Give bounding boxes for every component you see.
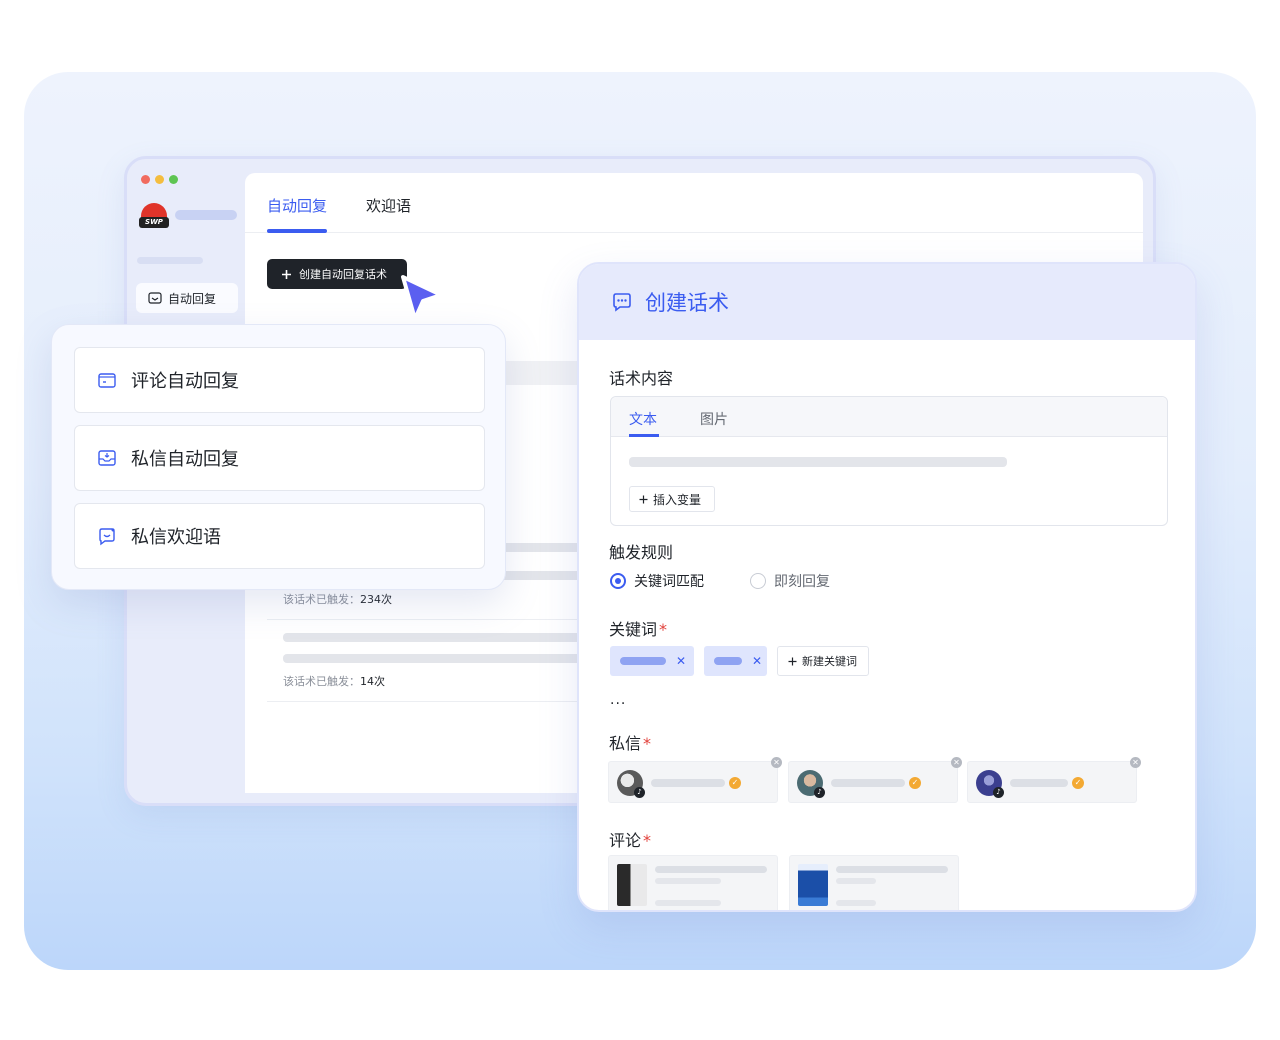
dm-section-label: 私信 *	[609, 734, 652, 753]
list-item-placeholder	[283, 633, 623, 642]
close-icon[interactable]: ✕	[951, 757, 962, 768]
panel-title: 创建话术	[645, 291, 729, 315]
keyword-section-label: 关键词 *	[609, 620, 668, 639]
list-item-placeholder	[283, 654, 623, 663]
plus-icon	[639, 495, 648, 503]
close-icon[interactable]: ✕	[771, 757, 782, 768]
inbox-icon	[98, 450, 116, 466]
text-input-placeholder[interactable]	[629, 457, 1007, 467]
new-keyword-button[interactable]: 新建关键词	[777, 646, 869, 676]
radio-label: 即刻回复	[774, 574, 830, 590]
chat-bubble-icon	[613, 293, 631, 312]
video-thumbnail	[798, 864, 828, 906]
brand-logo: SWP	[139, 203, 169, 229]
reply-icon	[148, 292, 162, 304]
close-icon[interactable]: ✕	[752, 654, 762, 668]
active-tab-indicator	[629, 434, 659, 437]
trigger-section-label: 触发规则	[609, 543, 674, 562]
create-auto-reply-button[interactable]: 创建自动回复话术	[267, 259, 407, 289]
account-card[interactable]: ♪ ✓ ✕	[967, 757, 1141, 803]
keyword-chip[interactable]: ✕	[704, 646, 767, 676]
tab-text[interactable]: 文本	[629, 409, 657, 429]
account-card[interactable]: ♪ ✓ ✕	[788, 757, 962, 803]
account-name-placeholder	[175, 210, 237, 220]
divider	[267, 701, 607, 702]
radio-label: 关键词匹配	[634, 574, 704, 590]
keyword-chip[interactable]: ✕	[610, 646, 694, 676]
content-tab-bar: 文本 图片	[611, 397, 1167, 437]
window-controls	[141, 175, 178, 184]
sidebar-placeholder	[137, 257, 203, 264]
comment-icon	[98, 373, 116, 388]
welcome-icon	[99, 528, 115, 546]
tab-welcome[interactable]: 欢迎语	[366, 195, 411, 216]
more-indicator: ...	[610, 692, 627, 708]
list-item: 该话术已触发：14次	[283, 675, 385, 688]
insert-variable-button[interactable]: 插入变量	[629, 486, 715, 512]
divider	[267, 619, 607, 620]
verified-icon: ✓	[729, 777, 741, 789]
close-icon[interactable]: ✕	[676, 654, 686, 668]
verified-icon: ✓	[1072, 777, 1084, 789]
option-dm-welcome[interactable]: 私信欢迎语	[74, 503, 485, 569]
option-dm-auto-reply[interactable]: 私信自动回复	[74, 425, 485, 491]
panel-header: 创建话术	[579, 264, 1195, 340]
video-thumbnail	[617, 864, 647, 906]
comment-video-card[interactable]	[608, 855, 778, 910]
verified-icon: ✓	[909, 777, 921, 789]
plus-icon	[788, 657, 797, 665]
create-script-panel: 创建话术 话术内容 文本 图片 插入变量 触发规则 关键词匹配 即刻回复 关键词…	[577, 262, 1197, 912]
account-card[interactable]: ♪ ✓ ✕	[608, 757, 782, 803]
douyin-icon: ♪	[993, 787, 1004, 798]
list-item: 该话术已触发：234次	[283, 593, 392, 606]
radio-keyword-match[interactable]	[610, 573, 626, 589]
option-comment-auto-reply[interactable]: 评论自动回复	[74, 347, 485, 413]
minimize-window-button[interactable]	[155, 175, 164, 184]
reply-type-menu: 评论自动回复 私信自动回复 私信欢迎语	[51, 324, 506, 590]
tab-auto-reply[interactable]: 自动回复	[267, 195, 327, 216]
close-window-button[interactable]	[141, 175, 150, 184]
sidebar-item-label: 自动回复	[168, 291, 217, 306]
content-section-label: 话术内容	[609, 369, 674, 388]
pointer-cursor-icon	[401, 275, 443, 321]
maximize-window-button[interactable]	[169, 175, 178, 184]
active-tab-indicator	[267, 229, 327, 233]
comment-video-card[interactable]	[789, 855, 959, 910]
tab-bar: 自动回复 欢迎语	[245, 173, 1143, 233]
douyin-icon: ♪	[814, 787, 825, 798]
plus-icon	[282, 269, 291, 279]
radio-instant-reply[interactable]	[750, 573, 766, 589]
douyin-icon: ♪	[634, 787, 645, 798]
content-editor: 文本 图片 插入变量	[610, 396, 1168, 526]
tab-image[interactable]: 图片	[700, 409, 728, 429]
trigger-options: 关键词匹配 即刻回复	[610, 571, 830, 591]
close-icon[interactable]: ✕	[1130, 757, 1141, 768]
sidebar-item-auto-reply[interactable]: 自动回复	[136, 283, 238, 313]
comment-section-label: 评论 *	[609, 831, 652, 850]
